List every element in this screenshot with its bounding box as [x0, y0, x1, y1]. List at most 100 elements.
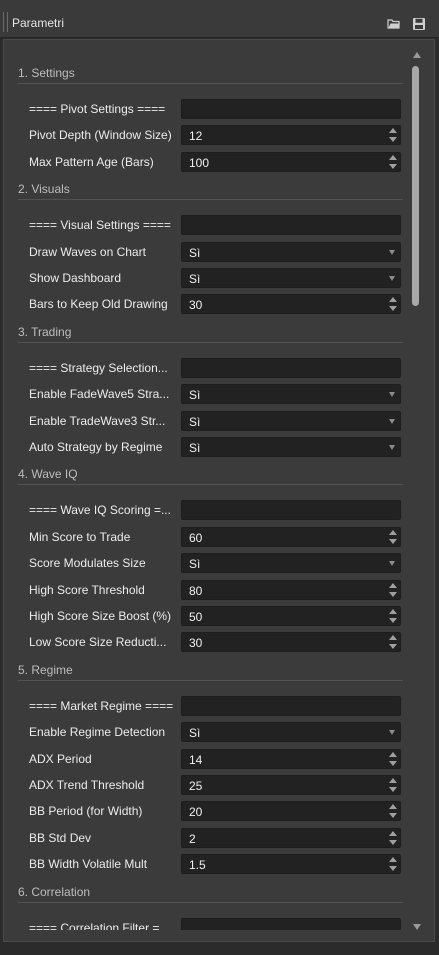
parameter-number-input[interactable]: 100 — [181, 151, 401, 172]
number-stepper[interactable] — [389, 635, 397, 650]
stepper-up-icon[interactable] — [389, 154, 397, 160]
stepper-down-icon[interactable] — [389, 760, 397, 766]
stepper-up-icon[interactable] — [389, 128, 397, 134]
dropdown-chevron-icon[interactable] — [389, 392, 395, 398]
stepper-up-icon[interactable] — [389, 529, 397, 535]
number-stepper[interactable] — [389, 297, 397, 312]
parameter-dropdown[interactable]: Sì — [181, 722, 401, 743]
stepper-up-icon[interactable] — [389, 635, 397, 641]
stepper-down-icon[interactable] — [389, 538, 397, 544]
stepper-down-icon[interactable] — [389, 644, 397, 650]
panel-title: Parametri — [12, 16, 65, 30]
stepper-up-icon[interactable] — [389, 297, 397, 303]
stepper-up-icon[interactable] — [389, 609, 397, 614]
parameter-value: Sì — [189, 726, 201, 741]
parameter-text-input[interactable] — [181, 917, 401, 930]
dropdown-chevron-icon[interactable] — [389, 249, 395, 255]
stepper-up-icon[interactable] — [389, 857, 397, 863]
stepper-up-icon[interactable] — [389, 751, 397, 757]
number-stepper[interactable] — [389, 154, 397, 170]
number-stepper[interactable] — [389, 529, 397, 545]
parameter-number-input[interactable]: 80 — [181, 579, 401, 600]
parameter-value: Sì — [189, 441, 201, 455]
parameter-number-input[interactable]: 2 — [181, 827, 401, 848]
stepper-down-icon[interactable] — [389, 813, 397, 819]
number-stepper[interactable] — [389, 128, 397, 143]
number-stepper[interactable] — [389, 582, 397, 598]
parameter-value: Sì — [189, 388, 201, 403]
parameter-value: 2 — [189, 831, 196, 846]
stepper-down-icon[interactable] — [389, 591, 397, 597]
parameter-label: Score Modulates Size — [29, 556, 146, 571]
section-title: 6. Correlation — [18, 884, 91, 899]
section-divider — [18, 484, 403, 486]
number-stepper[interactable] — [389, 778, 397, 793]
stepper-down-icon[interactable] — [389, 787, 397, 792]
parameter-label: ADX Period — [29, 751, 92, 766]
parameter-label: Max Pattern Age (Bars) — [29, 154, 154, 169]
save-icon[interactable] — [412, 17, 426, 31]
parameter-dropdown[interactable]: Sì — [181, 553, 401, 574]
number-stepper[interactable] — [389, 609, 397, 624]
stepper-down-icon[interactable] — [389, 137, 397, 143]
parameter-text-input[interactable] — [181, 357, 401, 378]
scroll-up-arrow-icon[interactable] — [413, 52, 421, 58]
parameter-text-input[interactable] — [181, 99, 401, 119]
parameter-number-input[interactable]: 50 — [181, 606, 401, 626]
number-stepper[interactable] — [389, 857, 397, 872]
dropdown-chevron-icon[interactable] — [389, 445, 395, 450]
section-title: 4. Wave IQ — [18, 467, 78, 482]
number-stepper[interactable] — [389, 830, 397, 846]
parameter-dropdown[interactable]: Sì — [181, 268, 401, 288]
stepper-up-icon[interactable] — [389, 830, 397, 836]
section-divider — [18, 901, 403, 903]
parameter-dropdown[interactable]: Sì — [181, 241, 401, 262]
folder-open-icon[interactable] — [387, 17, 401, 31]
parameter-number-input[interactable]: 12 — [181, 125, 401, 146]
parameter-number-input[interactable]: 1.5 — [181, 854, 401, 875]
section-divider — [18, 83, 403, 84]
stepper-up-icon[interactable] — [389, 778, 397, 783]
parameter-dropdown[interactable]: Sì — [181, 437, 401, 457]
stepper-up-icon[interactable] — [389, 804, 397, 810]
stepper-down-icon[interactable] — [389, 866, 397, 872]
parameter-value: 100 — [189, 155, 210, 170]
parameter-value: 1.5 — [189, 858, 206, 873]
scrollbar[interactable] — [411, 50, 423, 932]
parameter-dropdown[interactable]: Sì — [181, 384, 401, 405]
parameter-label: High Score Size Boost (%) — [29, 609, 172, 623]
stepper-up-icon[interactable] — [389, 582, 397, 588]
parameter-label: Show Dashboard — [29, 271, 122, 285]
dropdown-chevron-icon[interactable] — [389, 561, 395, 567]
parameter-dropdown[interactable]: Sì — [181, 410, 401, 431]
parameter-label: ADX Trend Threshold — [29, 778, 145, 792]
parameter-number-input[interactable]: 25 — [181, 775, 401, 795]
stepper-down-icon[interactable] — [389, 306, 397, 312]
section-title: 1. Settings — [18, 66, 75, 80]
drag-grip[interactable] — [3, 12, 8, 32]
stepper-down-icon[interactable] — [389, 163, 397, 169]
stepper-down-icon[interactable] — [389, 618, 397, 623]
parameter-text-input[interactable] — [181, 500, 401, 521]
parameter-value: Sì — [189, 272, 201, 286]
parameter-number-input[interactable]: 30 — [181, 632, 401, 653]
section-divider — [18, 341, 403, 343]
number-stepper[interactable] — [389, 751, 397, 767]
dropdown-chevron-icon[interactable] — [389, 730, 395, 736]
section-title: 2. Visuals — [18, 182, 70, 197]
parameter-text-input[interactable] — [181, 215, 401, 236]
parameter-value: 50 — [189, 610, 203, 624]
parameter-label: ==== Wave IQ Scoring =... — [29, 503, 171, 518]
scrollbar-thumb[interactable] — [412, 66, 419, 306]
scroll-down-arrow-icon[interactable] — [413, 924, 421, 930]
parameter-text-input[interactable] — [181, 695, 401, 716]
parameters-list: 1. Settings ==== Pivot Settings ==== Pivot… — [4, 40, 412, 930]
parameter-number-input[interactable]: 30 — [181, 294, 401, 315]
parameter-number-input[interactable]: 14 — [181, 748, 401, 769]
stepper-down-icon[interactable] — [389, 839, 397, 845]
parameter-number-input[interactable]: 60 — [181, 526, 401, 547]
number-stepper[interactable] — [389, 804, 397, 819]
parameter-number-input[interactable]: 20 — [181, 801, 401, 822]
dropdown-chevron-icon[interactable] — [389, 276, 395, 281]
dropdown-chevron-icon[interactable] — [389, 418, 395, 424]
